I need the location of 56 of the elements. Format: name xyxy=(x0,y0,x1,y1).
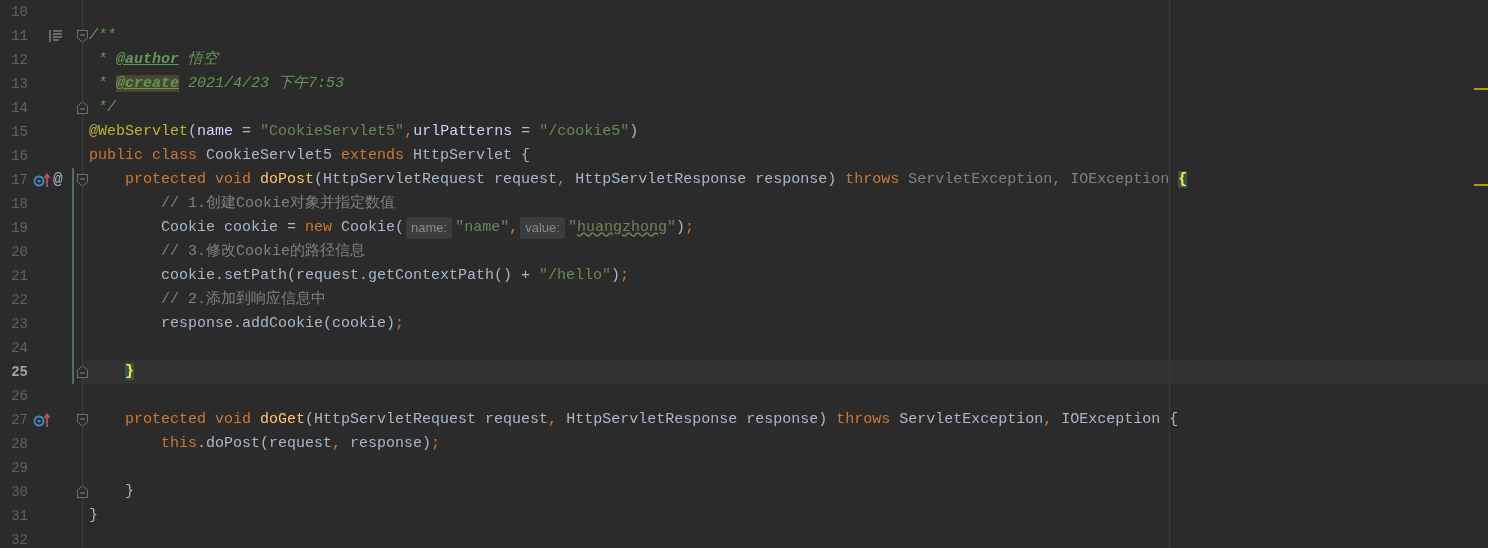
code-line: // 1.创建Cookie对象并指定数值 xyxy=(160,193,396,214)
line-number: 17 xyxy=(10,170,28,190)
fold-icon[interactable] xyxy=(77,174,88,186)
line-number: 25 xyxy=(10,362,28,382)
code-line: // 3.修改Cookie的路径信息 xyxy=(160,241,366,262)
line-number: 29 xyxy=(10,458,28,478)
code-line: * @create 2021/4/23 下午7:53 xyxy=(97,73,345,94)
line-number: 26 xyxy=(10,386,28,406)
code-line: response.addCookie(cookie); xyxy=(160,313,405,334)
code-line: } xyxy=(124,481,135,502)
line-number: 30 xyxy=(10,482,28,502)
inlay-hint: value: xyxy=(520,217,565,239)
line-number: 12 xyxy=(10,50,28,70)
code-line: } xyxy=(89,505,98,526)
line-number: 21 xyxy=(10,266,28,286)
line-number: 18 xyxy=(10,194,28,214)
line-number: 16 xyxy=(10,146,28,166)
line-number: 20 xyxy=(10,242,28,262)
circle-arrow-icon[interactable] xyxy=(33,413,51,427)
code-text: Cookie cookie = new Cookie( xyxy=(160,217,405,238)
fold-icon[interactable] xyxy=(77,366,88,378)
line-number: 24 xyxy=(10,338,28,358)
code-line: /** xyxy=(89,25,116,46)
annotation-marker[interactable]: @ xyxy=(53,172,63,188)
warning-stripe-mark[interactable] xyxy=(1474,184,1488,186)
code-line: */ xyxy=(97,97,117,118)
warning-stripe-mark[interactable] xyxy=(1474,88,1488,90)
code-text: "huangzhong"); xyxy=(567,217,695,238)
line-number: 22 xyxy=(10,290,28,310)
code-line: @WebServlet(name = "CookieServlet5",urlPatterns = "/cookie5") xyxy=(89,121,639,142)
line-number: 28 xyxy=(10,434,28,454)
code-line: cookie.setPath(request.getContextPath() + "/hello"); xyxy=(160,265,630,286)
code-line: protected void doGet(HttpServletRequest request, HttpServletResponse response) throws ServletException, IOException { xyxy=(124,409,1179,430)
lines-icon[interactable] xyxy=(49,30,63,42)
line-number: 19 xyxy=(10,218,28,238)
code-line: public class CookieServlet5 extends HttpServlet { xyxy=(89,145,531,166)
inlay-hint: name: xyxy=(406,217,453,239)
code-line: protected void doPost(HttpServletRequest request, HttpServletResponse response) throws ServletException, IOException { xyxy=(124,169,1188,190)
code-line: * @author 悟空 xyxy=(97,49,219,70)
line-number: 15 xyxy=(10,122,28,142)
line-number: 13 xyxy=(10,74,28,94)
code-line: this.doPost(request, response); xyxy=(160,433,441,454)
line-number: 23 xyxy=(10,314,28,334)
fold-icon[interactable] xyxy=(77,30,88,42)
code-text: "name", xyxy=(455,217,519,238)
line-number: 32 xyxy=(10,530,28,548)
code-line: // 2.添加到响应信息中 xyxy=(160,289,327,310)
fold-icon[interactable] xyxy=(77,102,88,114)
line-number: 14 xyxy=(10,98,28,118)
line-number: 10 xyxy=(10,2,28,22)
fold-icon[interactable] xyxy=(77,414,88,426)
fold-icon[interactable] xyxy=(77,486,88,498)
circle-arrow-icon[interactable] xyxy=(33,173,51,187)
line-number: 31 xyxy=(10,506,28,526)
line-number: 27 xyxy=(10,410,28,430)
line-number: 11 xyxy=(10,26,28,46)
